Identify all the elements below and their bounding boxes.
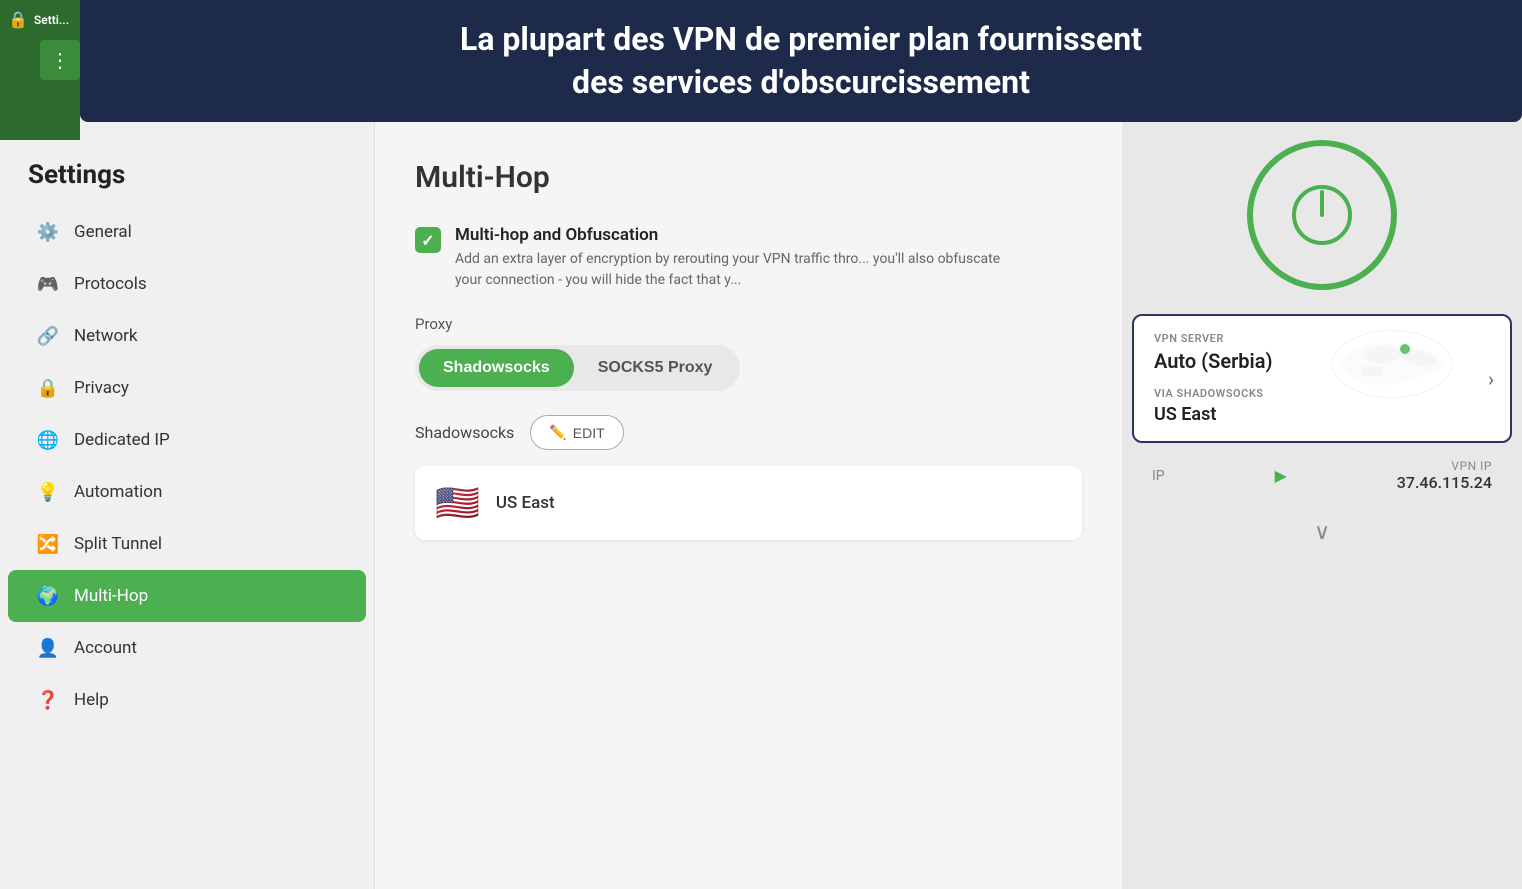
- power-icon: [1287, 180, 1357, 250]
- multihop-obfuscation-row: Multi-hop and Obfuscation Add an extra l…: [415, 225, 1082, 291]
- edit-button[interactable]: ✏️ EDIT: [530, 415, 623, 450]
- edit-pencil-icon: ✏️: [549, 424, 566, 441]
- ip-arrow-icon: ▶: [1275, 466, 1287, 485]
- help-icon: ❓: [36, 688, 60, 712]
- app-name-text: Setti...: [34, 13, 69, 27]
- sidebar-item-label-protocols: Protocols: [74, 274, 147, 294]
- split-tunnel-icon: 🔀: [36, 532, 60, 556]
- socks5-button[interactable]: SOCKS5 Proxy: [574, 349, 737, 387]
- shadowsocks-edit-row: Shadowsocks ✏️ EDIT: [415, 415, 1082, 450]
- us-flag-icon: 🇺🇸: [435, 482, 480, 524]
- right-panel: VPN SERVER Auto (Serbia) VIA SHADOWSOCKS…: [1122, 0, 1522, 889]
- app-container: Settings ⚙️ General 🎮 Protocols 🔗 Networ…: [0, 0, 1522, 889]
- app-lock-icon: 🔒: [8, 10, 28, 29]
- three-dots-button[interactable]: ⋮: [40, 40, 80, 80]
- power-button-container: [1122, 140, 1522, 290]
- server-list-item[interactable]: 🇺🇸 US East: [415, 466, 1082, 540]
- vpn-ip-section: VPN IP 37.46.115.24: [1397, 459, 1492, 492]
- banner-text-line1: La plupart des VPN de premier plan fourn…: [460, 20, 1142, 58]
- protocols-icon: 🎮: [36, 272, 60, 296]
- dedicated-ip-icon: 🌐: [36, 428, 60, 452]
- app-icon-area: 🔒 Setti...: [8, 10, 69, 29]
- multihop-desc: Add an extra layer of encryption by rero…: [455, 249, 1015, 291]
- page-title: Multi-Hop: [415, 160, 1082, 195]
- multihop-checkbox[interactable]: [415, 227, 441, 253]
- multihop-text: Multi-hop and Obfuscation Add an extra l…: [455, 225, 1015, 291]
- sidebar-item-label-automation: Automation: [74, 482, 162, 502]
- sidebar-item-protocols[interactable]: 🎮 Protocols: [8, 258, 366, 310]
- world-map-bg: [1322, 324, 1462, 404]
- sidebar-item-multi-hop[interactable]: 🌍 Multi-Hop: [8, 570, 366, 622]
- top-bar: 🔒 Setti... ⋮: [0, 0, 80, 140]
- multi-hop-icon: 🌍: [36, 584, 60, 608]
- top-banner: La plupart des VPN de premier plan fourn…: [80, 0, 1522, 122]
- shadowsocks-row-label: Shadowsocks: [415, 423, 514, 442]
- account-icon: 👤: [36, 636, 60, 660]
- sidebar-item-label-dedicated-ip: Dedicated IP: [74, 430, 170, 450]
- vpn-server-card[interactable]: VPN SERVER Auto (Serbia) VIA SHADOWSOCKS…: [1132, 314, 1512, 443]
- automation-icon: 💡: [36, 480, 60, 504]
- sidebar-item-split-tunnel[interactable]: 🔀 Split Tunnel: [8, 518, 366, 570]
- vpn-ip-label: VPN IP: [1397, 459, 1492, 473]
- privacy-icon: 🔒: [36, 376, 60, 400]
- sidebar-item-help[interactable]: ❓ Help: [8, 674, 366, 726]
- sidebar-item-dedicated-ip[interactable]: 🌐 Dedicated IP: [8, 414, 366, 466]
- proxy-label: Proxy: [415, 315, 1082, 333]
- chevron-down-row[interactable]: ∨: [1122, 508, 1522, 557]
- sidebar-item-general[interactable]: ⚙️ General: [8, 206, 366, 258]
- sidebar-title: Settings: [0, 140, 374, 206]
- multihop-label: Multi-hop and Obfuscation: [455, 225, 1015, 245]
- server-name: US East: [496, 493, 555, 513]
- sidebar-item-label-network: Network: [74, 326, 138, 346]
- sidebar-item-network[interactable]: 🔗 Network: [8, 310, 366, 362]
- sidebar-item-label-account: Account: [74, 638, 137, 658]
- sidebar-item-privacy[interactable]: 🔒 Privacy: [8, 362, 366, 414]
- sidebar-item-label-help: Help: [74, 690, 109, 710]
- card-chevron-icon: ›: [1488, 367, 1494, 391]
- vpn-ip-value: 37.46.115.24: [1397, 473, 1492, 492]
- sidebar-item-account[interactable]: 👤 Account: [8, 622, 366, 674]
- shadowsocks-button[interactable]: Shadowsocks: [419, 349, 574, 387]
- ip-row: IP ▶ VPN IP 37.46.115.24: [1132, 443, 1512, 508]
- chevron-down-icon: ∨: [1314, 520, 1330, 545]
- map-location-dot: [1400, 344, 1410, 354]
- banner-text-line2: des services d'obscurcissement: [572, 63, 1030, 101]
- proxy-buttons-group: Shadowsocks SOCKS5 Proxy: [415, 345, 740, 391]
- via-value: US East: [1154, 404, 1490, 425]
- edit-label: EDIT: [573, 425, 605, 441]
- sidebar-item-label-privacy: Privacy: [74, 378, 129, 398]
- sidebar-item-label-split-tunnel: Split Tunnel: [74, 534, 162, 554]
- main-content: Multi-Hop Multi-hop and Obfuscation Add …: [375, 0, 1122, 889]
- general-icon: ⚙️: [36, 220, 60, 244]
- sidebar-item-automation[interactable]: 💡 Automation: [8, 466, 366, 518]
- network-icon: 🔗: [36, 324, 60, 348]
- sidebar-item-label-general: General: [74, 222, 132, 242]
- power-button[interactable]: [1247, 140, 1397, 290]
- sidebar-item-label-multi-hop: Multi-Hop: [74, 586, 148, 606]
- ip-label: IP: [1152, 468, 1165, 484]
